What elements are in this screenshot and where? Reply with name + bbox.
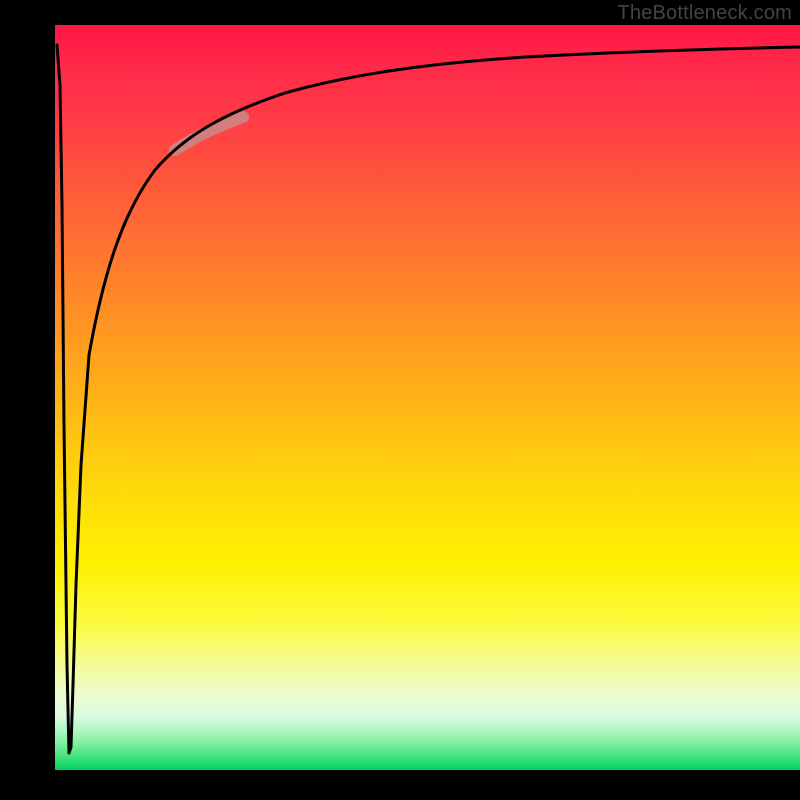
plot-area [55,25,800,770]
highlight-segment [175,117,243,150]
chart-frame: TheBottleneck.com [0,0,800,800]
bottleneck-curve [57,45,800,753]
curve-svg [55,25,800,770]
watermark-text: TheBottleneck.com [617,2,792,25]
